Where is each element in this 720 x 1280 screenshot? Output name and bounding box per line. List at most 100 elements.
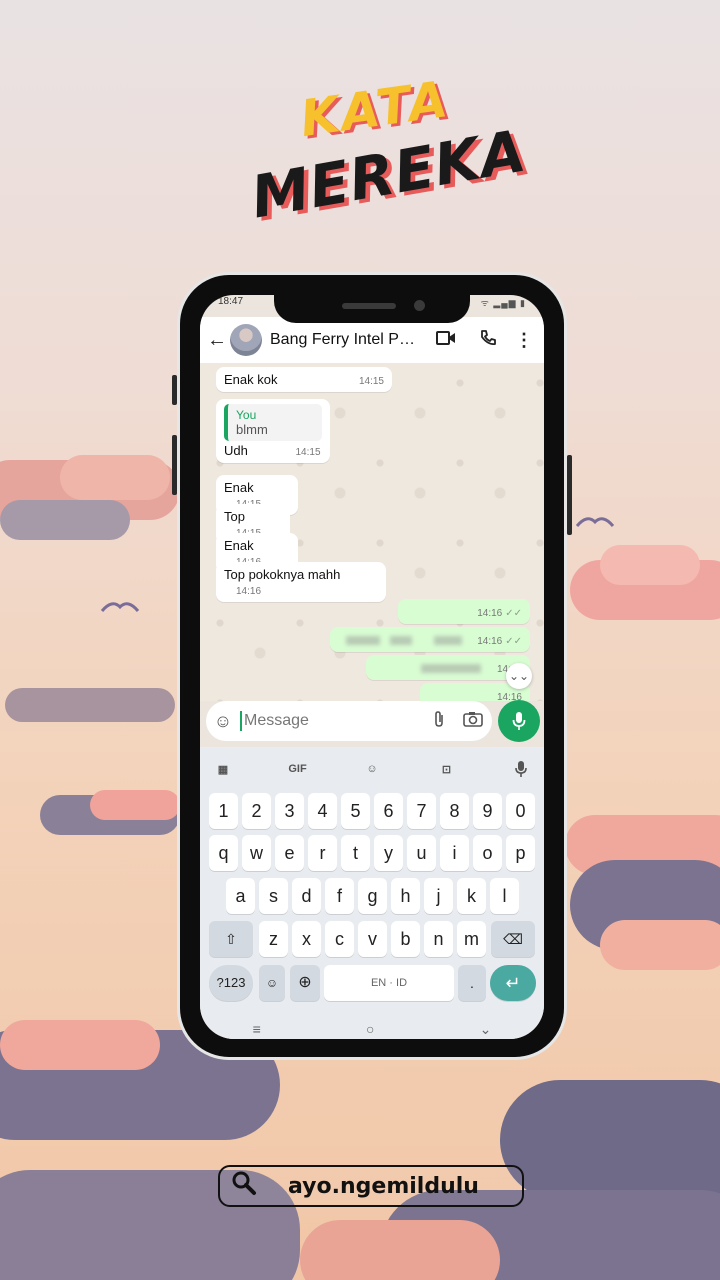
letter-row-3: ⇧ z x c v b n m ⌫ <box>200 921 544 957</box>
incoming-message[interactable]: Top pokoknya mahh 14:16 <box>216 562 386 602</box>
camera-icon <box>414 300 425 311</box>
key[interactable]: w <box>242 835 271 871</box>
key[interactable]: 1 <box>209 793 238 829</box>
outgoing-message[interactable]: 14:16 ✓✓ <box>330 627 530 652</box>
key[interactable]: z <box>259 921 288 957</box>
key[interactable]: c <box>325 921 354 957</box>
key[interactable]: l <box>490 878 519 914</box>
key[interactable]: v <box>358 921 387 957</box>
read-ticks-icon: ✓✓ <box>505 636 522 647</box>
redacted-text <box>346 636 381 646</box>
message-time: 14:16 <box>477 636 503 647</box>
backspace-key[interactable]: ⌫ <box>491 921 535 957</box>
gif-button[interactable]: GIF <box>285 756 311 782</box>
key[interactable]: 2 <box>242 793 271 829</box>
chat-area[interactable]: Enak kok 14:15 You blmm Udh 14:15 Enak 1… <box>200 363 544 701</box>
cloud <box>600 920 720 970</box>
attach-icon[interactable] <box>424 710 454 733</box>
quoted-reply[interactable]: You blmm <box>224 404 322 441</box>
key[interactable]: n <box>424 921 453 957</box>
video-call-icon[interactable] <box>425 330 467 351</box>
key[interactable]: g <box>358 878 387 914</box>
sticker-icon[interactable]: ☺ <box>359 756 385 782</box>
mic-button[interactable] <box>498 700 540 742</box>
search-icon <box>220 1170 268 1203</box>
key[interactable]: j <box>424 878 453 914</box>
translate-icon[interactable]: ⊡ <box>434 756 460 782</box>
enter-key[interactable]: ↵ <box>490 965 536 1001</box>
key[interactable]: 5 <box>341 793 370 829</box>
keyboard-toolbar: ▦ GIF ☺ ⊡ <box>200 749 544 789</box>
symbols-key[interactable]: ?123 <box>209 965 253 1001</box>
shift-key[interactable]: ⇧ <box>209 921 253 957</box>
key[interactable]: 0 <box>506 793 535 829</box>
message-text: Top <box>224 509 245 524</box>
key[interactable]: f <box>325 878 354 914</box>
key[interactable]: h <box>391 878 420 914</box>
social-handle: ayo.ngemildulu <box>288 1173 479 1199</box>
emoji-icon[interactable]: ☺ <box>206 711 240 732</box>
camera-icon[interactable] <box>454 711 492 732</box>
home-icon[interactable]: ○ <box>366 1021 374 1037</box>
outgoing-message[interactable]: 14:16 ✓✓ <box>398 599 530 624</box>
key[interactable]: a <box>226 878 255 914</box>
cloud <box>500 1080 720 1200</box>
redacted-text <box>421 664 482 674</box>
key[interactable]: 6 <box>374 793 403 829</box>
cloud <box>600 545 700 585</box>
chat-header: ← Bang Ferry Intel P… ⋮ <box>200 317 544 363</box>
language-globe-icon[interactable]: ⊕ <box>290 965 320 1001</box>
apps-grid-icon[interactable]: ▦ <box>210 756 236 782</box>
emoji-key[interactable]: ☺ <box>259 965 285 1001</box>
message-text: Top pokoknya mahh <box>224 567 341 582</box>
key[interactable]: i <box>440 835 469 871</box>
avatar[interactable] <box>230 324 262 356</box>
back-arrow-icon[interactable]: ← <box>204 329 230 352</box>
message-text: Udh <box>224 443 248 458</box>
message-time: 14:15 <box>358 376 384 387</box>
key[interactable]: b <box>391 921 420 957</box>
key[interactable]: m <box>457 921 486 957</box>
key[interactable]: p <box>506 835 535 871</box>
voice-input-icon[interactable] <box>508 756 534 782</box>
key[interactable]: d <box>292 878 321 914</box>
message-composer: ☺ Message <box>206 701 492 741</box>
space-bar[interactable]: EN · ID <box>324 965 454 1001</box>
key[interactable]: x <box>292 921 321 957</box>
status-time: 18:47 <box>218 296 244 307</box>
incoming-message[interactable]: Enak kok 14:15 <box>216 367 392 392</box>
key[interactable]: s <box>259 878 288 914</box>
message-text: Enak kok <box>224 372 278 387</box>
key[interactable]: 7 <box>407 793 436 829</box>
bottom-row: ?123 ☺ ⊕ EN · ID . ↵ <box>200 965 544 1001</box>
message-text: Enak <box>224 538 254 553</box>
key[interactable]: e <box>275 835 304 871</box>
key[interactable]: y <box>374 835 403 871</box>
volume-button <box>172 435 177 495</box>
contact-name[interactable]: Bang Ferry Intel P… <box>270 331 425 349</box>
incoming-message[interactable]: You blmm Udh 14:15 <box>216 399 330 463</box>
headline: KATA MEREKA <box>246 70 531 240</box>
key[interactable]: k <box>457 878 486 914</box>
key[interactable]: 9 <box>473 793 502 829</box>
recents-icon[interactable]: ≡ <box>253 1021 261 1037</box>
scroll-down-icon[interactable]: ⌄⌄ <box>506 663 532 689</box>
more-options-icon[interactable]: ⋮ <box>509 330 539 351</box>
key[interactable]: 3 <box>275 793 304 829</box>
key[interactable]: u <box>407 835 436 871</box>
phone-call-icon[interactable] <box>467 329 509 352</box>
letter-row-2: a s d f g h j k l <box>200 878 544 914</box>
message-input[interactable]: Message <box>240 711 424 731</box>
key[interactable]: o <box>473 835 502 871</box>
letter-row-1: q w e r t y u i o p <box>200 835 544 871</box>
key[interactable]: 4 <box>308 793 337 829</box>
back-nav-icon[interactable]: ⌄ <box>480 1021 492 1038</box>
cloud <box>0 1020 160 1070</box>
key[interactable]: q <box>209 835 238 871</box>
key[interactable]: r <box>308 835 337 871</box>
key[interactable]: 8 <box>440 793 469 829</box>
key[interactable]: t <box>341 835 370 871</box>
signal-icons: ᯤ ▂▄▆ ▮ <box>480 298 526 308</box>
period-key[interactable]: . <box>458 965 486 1001</box>
speaker <box>342 303 396 309</box>
